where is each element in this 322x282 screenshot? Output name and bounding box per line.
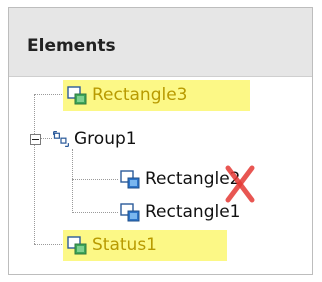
tree-connector-root <box>34 94 35 244</box>
tree-connector-rectangle1 <box>72 212 118 213</box>
elements-tree: Rectangle3 Group1 Rectangle2 Rectangle1 … <box>9 76 312 274</box>
tree-item-group1[interactable]: Group1 <box>52 126 137 152</box>
elements-panel: Elements Rectangle3 Group1 Rectangle2 Re… <box>8 7 313 275</box>
tree-item-rectangle3[interactable]: Rectangle3 <box>66 82 188 108</box>
group-icon <box>53 131 69 147</box>
rectangle-shape-icon <box>120 203 140 222</box>
tree-item-label: Rectangle1 <box>145 202 241 222</box>
tree-connector-status1 <box>34 244 62 245</box>
tree-item-label: Rectangle3 <box>92 85 188 105</box>
rectangle-shape-icon <box>67 86 87 105</box>
tree-item-status1[interactable]: Status1 <box>66 232 157 258</box>
rectangle-shape-icon <box>120 170 140 189</box>
tree-item-rectangle2[interactable]: Rectangle2 <box>119 166 241 192</box>
panel-header: Elements <box>9 8 312 77</box>
tree-connector-group1-children <box>72 149 73 213</box>
tree-item-rectangle1[interactable]: Rectangle1 <box>119 199 241 225</box>
tree-connector-group1 <box>40 138 52 139</box>
red-x-icon <box>225 165 255 203</box>
tree-item-label: Group1 <box>74 129 137 149</box>
tree-item-label: Status1 <box>92 235 157 255</box>
panel-title: Elements <box>27 36 116 56</box>
tree-connector-rectangle2 <box>72 179 118 180</box>
collapse-minus-icon[interactable] <box>30 134 41 145</box>
tree-connector-rectangle3 <box>34 94 62 95</box>
status-shape-icon <box>67 236 87 255</box>
